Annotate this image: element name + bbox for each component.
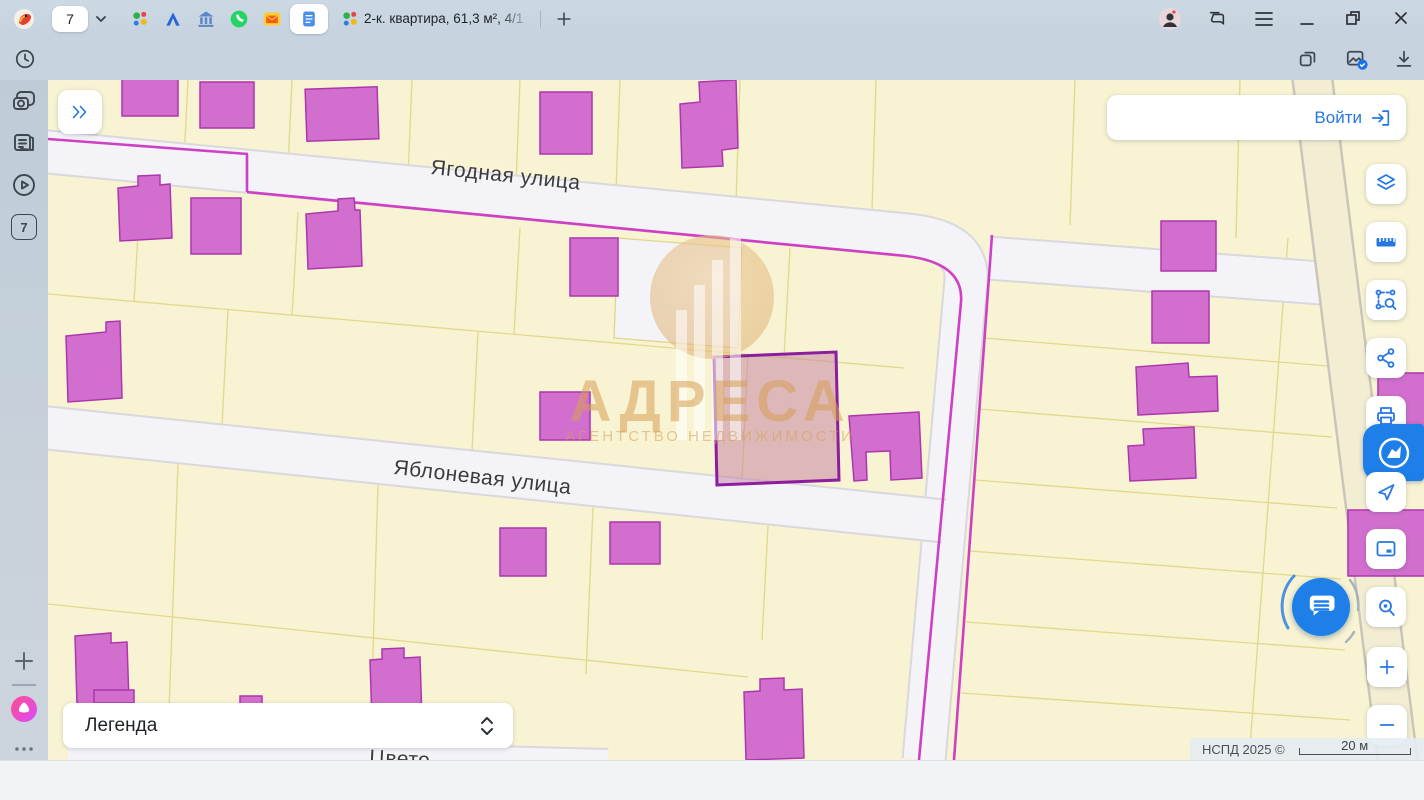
plus-icon [1376,656,1398,678]
sidebar-divider [12,684,36,686]
browser-addressrow: Я nspd.gov.ru НСПД | Геоинформационный п… [0,38,1424,80]
map-viewport: АДРЕСА АГЕНТСТВО НЕДВИЖИМОСТИ Ягодная ул… [48,80,1424,760]
bottom-panel-button[interactable] [1366,529,1406,569]
login-arrow-icon [1370,107,1392,129]
map-attribution: НСПД 2025 © 20 м [1190,738,1424,760]
login-label: Войти [1314,108,1362,128]
watermark-title: АДРЕСА [560,368,860,435]
location-search-icon [1374,595,1398,619]
pinned-tab-services-icon[interactable] [130,9,150,29]
location-search-button[interactable] [1366,587,1406,627]
sidebar-add-icon[interactable] [11,648,37,674]
attribution-text: НСПД 2025 © [1202,742,1285,757]
current-tab-title[interactable]: 2-к. квартира, 61,3 м², 4/1 [364,11,532,26]
new-tab-button[interactable] [554,9,574,29]
navigate-arrow-icon [1374,480,1398,504]
double-chevron-right-icon [69,101,91,123]
browser-menu-icon[interactable] [1254,11,1274,27]
layers-icon [1374,172,1398,196]
alice-assistant-icon[interactable] [11,696,37,722]
tab-panels-icon[interactable] [1206,9,1228,29]
screenshot-tool-icon[interactable] [1345,48,1369,72]
history-clock-icon[interactable] [14,48,36,70]
login-button[interactable]: Войти [1107,95,1406,140]
screenshot-camera-icon[interactable] [11,88,37,114]
pinned-tab-whatsapp-icon[interactable] [229,9,249,29]
legend-collapse-icon[interactable] [479,714,495,738]
profile-avatar[interactable] [1158,7,1182,31]
sidebar-more-icon[interactable] [11,736,37,762]
video-play-icon[interactable] [11,172,37,198]
window-restore[interactable] [1344,9,1362,27]
current-tab-favicon [340,9,360,29]
pinned-tab-a-icon[interactable] [163,9,183,29]
yandex-browser-logo-icon [12,7,36,31]
scale-label: 20 м [1299,738,1411,753]
measure-button[interactable] [1366,222,1406,262]
area-search-icon [1374,288,1398,312]
document-tab-icon [299,9,319,29]
tab-counter[interactable]: 7 [52,6,88,32]
browser-sidebar: 7 [0,80,48,760]
watermark-subtitle: АГЕНТСТВО НЕДВИЖИМОСТИ [548,428,872,445]
scale-bar: 20 м [1299,742,1411,756]
tab-badge-icon[interactable]: 7 [11,214,37,240]
window-minimize[interactable] [1298,11,1316,27]
street-label-bottom: Цвето [369,746,431,760]
chat-button[interactable] [1292,578,1350,636]
news-feed-icon[interactable] [11,130,37,156]
legend-panel[interactable]: Легенда [63,703,513,748]
window-close[interactable] [1392,9,1410,27]
collections-icon[interactable] [1297,48,1319,70]
active-pinned-tab[interactable] [290,4,328,34]
share-button[interactable] [1366,338,1406,378]
taskbar: Y РУС 10:49 04.07.2025 4 [0,760,1424,800]
assistant-map-icon [1375,434,1413,472]
area-search-button[interactable] [1366,280,1406,320]
browser-titlebar: 7 2-к. квартира, 61,3 м², 4/1 [0,0,1424,38]
zoom-in-button[interactable] [1367,647,1407,687]
download-icon[interactable] [1393,48,1415,70]
ruler-icon [1374,230,1398,254]
share-icon [1374,346,1398,370]
minus-icon [1376,714,1398,736]
tab-list-chevron-icon[interactable] [94,13,108,25]
pinned-tab-bank-icon[interactable] [196,9,216,29]
layers-button[interactable] [1366,164,1406,204]
expand-panel-button[interactable] [58,90,102,134]
desktop: 7 2-к. квартира, 61,3 м², 4/1 Я nspd.g [0,0,1424,800]
legend-label: Легенда [85,715,157,737]
panel-bottom-icon [1374,537,1398,561]
chat-bubble-icon [1304,590,1338,624]
tab-divider [540,10,541,28]
pinned-tab-mail-icon[interactable] [262,9,282,29]
locate-button[interactable] [1366,472,1406,512]
